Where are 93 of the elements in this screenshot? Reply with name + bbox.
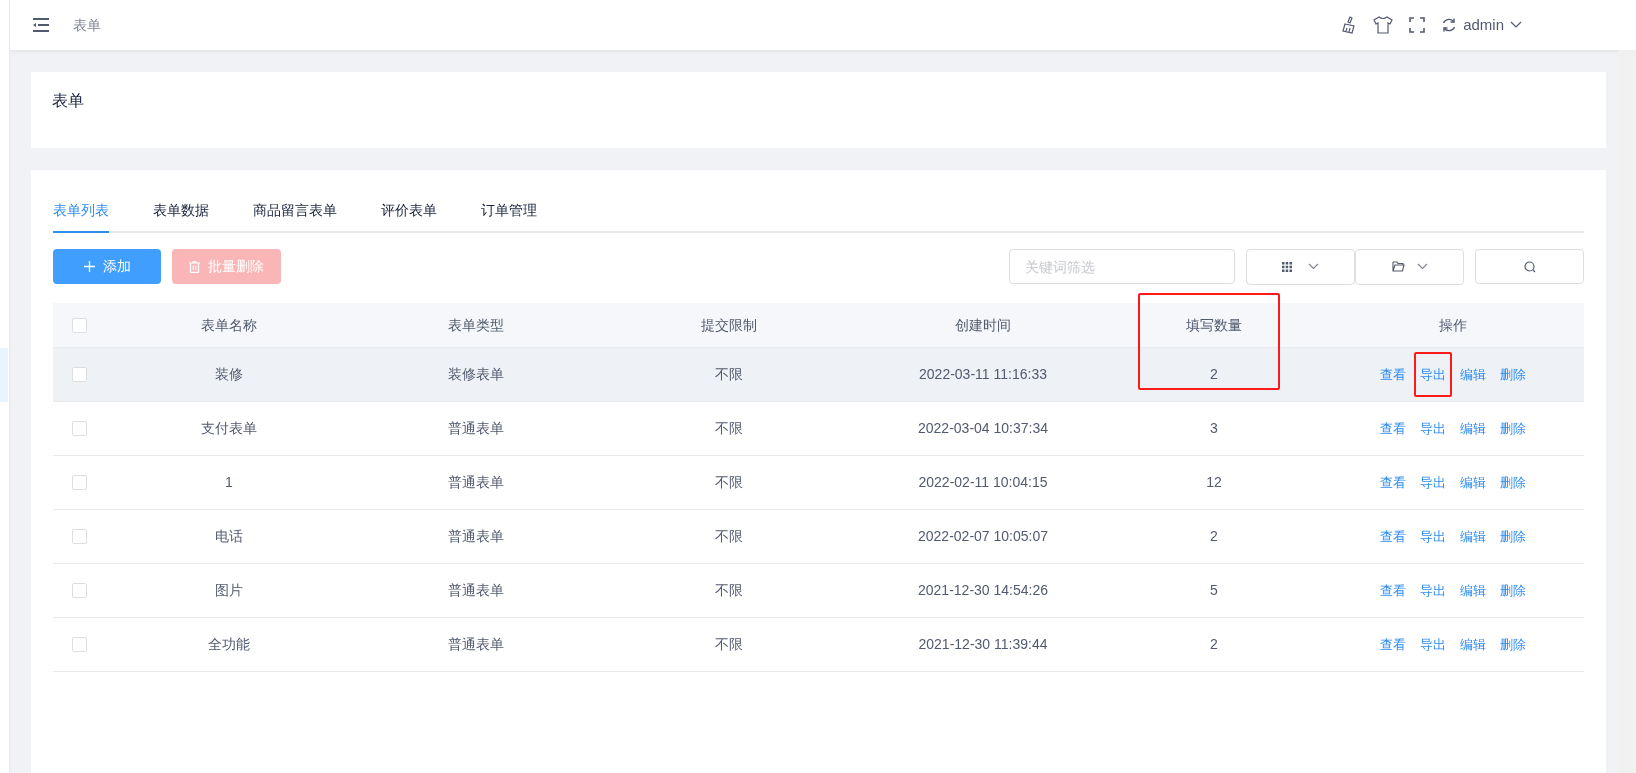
column-header: 操作 bbox=[1437, 315, 1468, 335]
search-button[interactable] bbox=[1475, 249, 1584, 284]
table-cell-text: 全功能 bbox=[208, 635, 250, 654]
action-link[interactable]: 查看 bbox=[1379, 418, 1406, 439]
action-link[interactable]: 导出 bbox=[1419, 526, 1446, 547]
fullscreen-icon[interactable] bbox=[1409, 17, 1426, 33]
action-link[interactable]: 导出 bbox=[1419, 580, 1446, 601]
table-cell-text: 不限 bbox=[715, 581, 743, 600]
checkbox[interactable] bbox=[71, 421, 87, 436]
column-header: 表单类型 bbox=[447, 315, 505, 335]
table-cell-text: 2022-03-11 11:16:33 bbox=[919, 365, 1047, 384]
action-link[interactable]: 查看 bbox=[1379, 526, 1406, 547]
action-link[interactable]: 导出 bbox=[1419, 418, 1446, 439]
action-link[interactable]: 编辑 bbox=[1459, 634, 1486, 655]
add-button[interactable]: 添加 bbox=[53, 249, 161, 284]
action-link[interactable]: 导出 bbox=[1419, 634, 1446, 655]
table-cell-text: 装修 bbox=[215, 365, 243, 384]
table-cell-text: 图片 bbox=[215, 581, 243, 600]
table-cell-text: 2021-12-30 14:54:26 bbox=[918, 581, 1048, 600]
table-cell-text: 装修表单 bbox=[448, 365, 504, 384]
action-link[interactable]: 编辑 bbox=[1459, 580, 1486, 601]
folder-dropdown[interactable] bbox=[1355, 248, 1464, 285]
table-cell-text: 2022-03-04 10:37:34 bbox=[918, 419, 1048, 438]
checkbox[interactable] bbox=[71, 317, 87, 333]
checkbox[interactable] bbox=[71, 583, 87, 598]
action-link[interactable]: 删除 bbox=[1499, 526, 1526, 547]
table-cell-text: 不限 bbox=[715, 473, 743, 492]
table-cell-text: 5 bbox=[1210, 581, 1218, 600]
chevron-down-icon[interactable] bbox=[1510, 21, 1522, 29]
table-cell-text: 普通表单 bbox=[448, 473, 504, 492]
action-link[interactable]: 导出 bbox=[1419, 472, 1446, 493]
table-cell-text: 2 bbox=[1210, 365, 1218, 384]
brush-icon[interactable] bbox=[1341, 16, 1358, 34]
table-cell-text: 不限 bbox=[715, 365, 743, 384]
tab[interactable]: 评价表单 bbox=[381, 200, 437, 233]
action-link[interactable]: 编辑 bbox=[1459, 418, 1486, 439]
checkbox[interactable] bbox=[71, 529, 87, 544]
action-link[interactable]: 删除 bbox=[1499, 580, 1526, 601]
table-cell-text: 不限 bbox=[715, 635, 743, 654]
refresh-icon[interactable] bbox=[1441, 17, 1458, 33]
table-cell-text: 1 bbox=[225, 473, 233, 492]
table-cell-text: 普通表单 bbox=[448, 581, 504, 600]
search-icon bbox=[1523, 260, 1536, 273]
tab[interactable]: 商品留言表单 bbox=[253, 200, 337, 233]
action-link[interactable]: 删除 bbox=[1499, 472, 1526, 493]
table-cell-text: 3 bbox=[1210, 419, 1218, 438]
table-cell-text: 电话 bbox=[215, 527, 243, 546]
chevron-down-icon bbox=[1416, 263, 1428, 270]
action-link[interactable]: 查看 bbox=[1379, 472, 1406, 493]
tab[interactable]: 表单列表 bbox=[53, 200, 109, 233]
action-link[interactable]: 删除 bbox=[1499, 364, 1526, 385]
table-cell-text: 不限 bbox=[715, 527, 743, 546]
checkbox[interactable] bbox=[71, 637, 87, 652]
table-cell-text: 2021-12-30 11:39:44 bbox=[918, 635, 1048, 654]
menu-fold-icon[interactable] bbox=[32, 18, 50, 32]
table-cell-text: 2 bbox=[1210, 635, 1218, 654]
view-dropdown[interactable] bbox=[1246, 248, 1355, 285]
tab[interactable]: 表单数据 bbox=[153, 200, 209, 233]
checkbox[interactable] bbox=[71, 367, 87, 382]
table-cell-text: 2022-02-07 10:05:07 bbox=[918, 527, 1048, 546]
page-title: 表单 bbox=[52, 91, 85, 111]
table-cell-text: 普通表单 bbox=[448, 635, 504, 654]
tab[interactable]: 订单管理 bbox=[481, 200, 537, 233]
checkbox[interactable] bbox=[71, 475, 87, 490]
action-link[interactable]: 查看 bbox=[1379, 580, 1406, 601]
action-link[interactable]: 导出 bbox=[1419, 366, 1446, 382]
user-name[interactable]: admin bbox=[1463, 13, 1504, 37]
table-cell-text: 支付表单 bbox=[201, 419, 257, 438]
action-link[interactable]: 编辑 bbox=[1459, 472, 1486, 493]
column-header: 填写数量 bbox=[1185, 315, 1243, 335]
table-row[interactable]: 装修 装修表单 不限 2022-03-11 11:16:33 2 查看 导出 编辑 删除 bbox=[53, 348, 1584, 402]
plus-icon bbox=[83, 261, 95, 272]
chevron-down-icon bbox=[1308, 263, 1319, 270]
action-link[interactable]: 查看 bbox=[1379, 364, 1406, 385]
table-cell-text: 普通表单 bbox=[448, 527, 504, 546]
action-link[interactable]: 删除 bbox=[1499, 634, 1526, 655]
action-link[interactable]: 删除 bbox=[1499, 418, 1526, 439]
table-cell-text: 12 bbox=[1206, 473, 1222, 492]
column-header: 提交限制 bbox=[700, 315, 758, 335]
action-link[interactable]: 查看 bbox=[1379, 634, 1406, 655]
column-header: 创建时间 bbox=[954, 315, 1012, 335]
shirt-icon[interactable] bbox=[1373, 16, 1394, 34]
action-link[interactable]: 编辑 bbox=[1459, 526, 1486, 547]
column-header: 表单名称 bbox=[200, 315, 258, 335]
trash-icon bbox=[189, 260, 200, 273]
folder-icon bbox=[1391, 261, 1405, 272]
action-link[interactable]: 编辑 bbox=[1459, 364, 1486, 385]
table-cell-text: 普通表单 bbox=[448, 419, 504, 438]
table-cell-text: 不限 bbox=[715, 419, 743, 438]
breadcrumb-item: 表单 bbox=[73, 15, 101, 35]
table-cell-text: 2 bbox=[1210, 527, 1218, 546]
table-cell-text: 2022-02-11 10:04:15 bbox=[918, 473, 1048, 492]
grid-icon bbox=[1282, 261, 1292, 272]
